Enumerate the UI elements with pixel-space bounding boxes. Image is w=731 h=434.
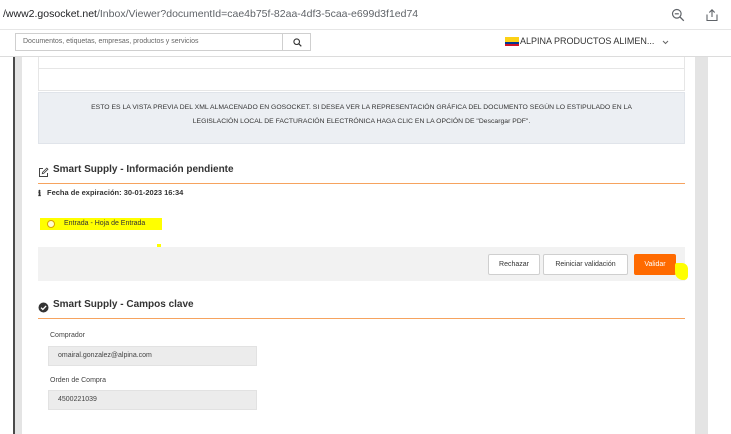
search-input[interactable]: Documentos, etiquetas, empresas, product… [15, 33, 282, 51]
left-gutter [15, 57, 22, 434]
search-button[interactable] [282, 33, 311, 51]
url-path: /Inbox/Viewer?documentId=cae4b75f-82aa-4… [96, 8, 419, 20]
option-label: Entrada - Hoja de Entrada [64, 220, 146, 227]
url-domain: /www2.gosocket.net [3, 8, 97, 20]
info-icon: ℹ [38, 189, 42, 198]
search-placeholder: Documentos, etiquetas, empresas, product… [23, 38, 199, 45]
expiration-date: Fecha de expiración: 30-01-2023 16:34 [47, 188, 184, 197]
share-icon[interactable] [705, 8, 719, 22]
purchase-order-value: 4500221039 [58, 396, 97, 403]
reject-button[interactable]: Rechazar [488, 254, 540, 275]
key-fields-underline [38, 318, 685, 319]
notice-line-1: ESTO ES LA VISTA PREVIA DEL XML ALMACENA… [91, 104, 632, 111]
buyer-field[interactable]: omairal.gonzalez@alpina.com [48, 346, 257, 366]
key-fields-title: Smart Supply - Campos clave [53, 299, 194, 310]
highlight-mark [675, 263, 688, 280]
radio-icon[interactable] [47, 219, 55, 228]
check-circle-icon [38, 300, 49, 318]
colombia-flag [505, 37, 519, 46]
previous-section-box [38, 57, 685, 91]
company-name: ALPINA PRODUCTOS ALIMEN... [520, 36, 655, 46]
right-gutter [695, 57, 708, 434]
company-selector[interactable]: ALPINA PRODUCTOS ALIMEN... [496, 31, 682, 53]
buyer-label: Comprador [50, 332, 86, 339]
buyer-value: omairal.gonzalez@alpina.com [58, 352, 152, 359]
zoom-out-icon[interactable] [671, 8, 685, 22]
validate-button[interactable]: Validar [634, 254, 676, 275]
pending-info-title: Smart Supply - Información pendiente [53, 164, 234, 175]
reset-validation-button[interactable]: Reiniciar validación [543, 254, 628, 275]
notice-line-2: LEGISLACIÓN LOCAL DE FACTURACIÓN ELECTRÓ… [192, 118, 531, 125]
pending-info-underline [38, 183, 685, 184]
xml-preview-notice: ESTO ES LA VISTA PREVIA DEL XML ALMACENA… [38, 92, 685, 144]
address-url[interactable]: /www2.gosocket.net/Inbox/Viewer?document… [3, 8, 418, 21]
purchase-order-label: Orden de Compra [50, 377, 107, 384]
option-entrada-hoja[interactable]: Entrada - Hoja de Entrada [40, 218, 162, 230]
chevron-down-icon [662, 40, 669, 45]
purchase-order-field[interactable]: 4500221039 [48, 390, 257, 410]
edit-icon [38, 165, 49, 183]
search-icon [293, 38, 302, 47]
